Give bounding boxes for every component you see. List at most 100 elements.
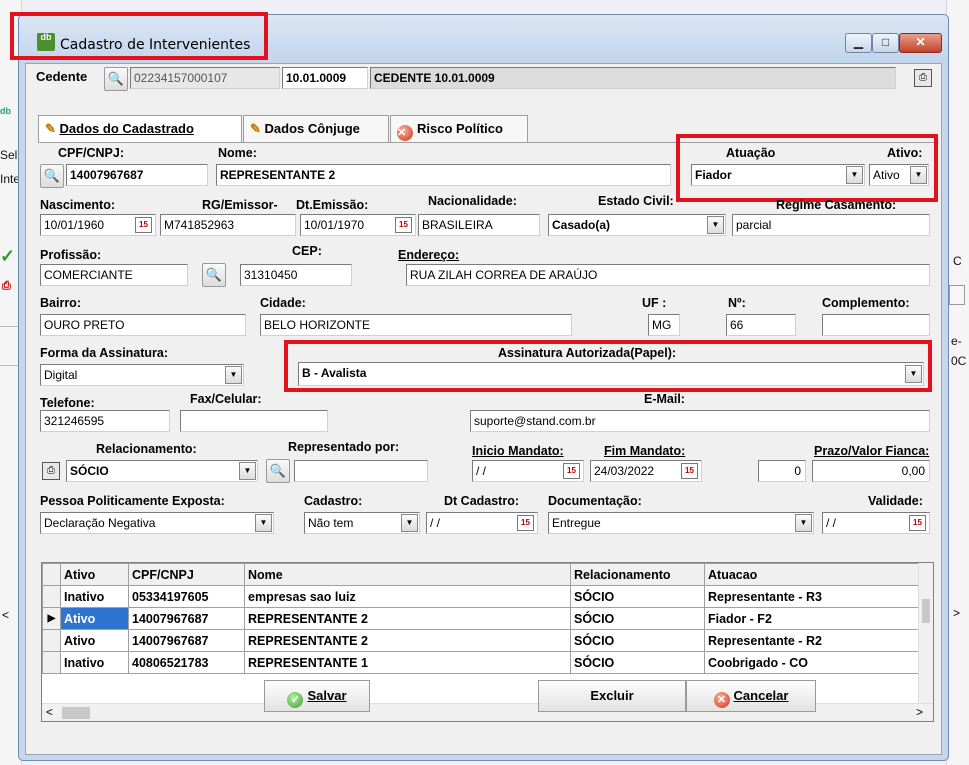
cep-field[interactable]: 31310450 <box>240 264 352 286</box>
table-row[interactable]: Ativo 14007967687 REPRESENTANTE 2 SÓCIO … <box>42 629 919 652</box>
nacionalidade-field[interactable]: BRASILEIRA <box>418 214 540 236</box>
uf-field[interactable]: MG <box>648 314 680 336</box>
print-icon[interactable]: ⎙ <box>914 69 932 87</box>
profissao-field[interactable]: COMERCIANTE <box>40 264 188 286</box>
bg-button[interactable] <box>949 285 965 305</box>
check-icon: ✓ <box>287 692 304 708</box>
chevron-down-icon[interactable]: ▼ <box>401 514 418 532</box>
chevron-down-icon[interactable]: ▼ <box>239 462 256 480</box>
cell-cpf: 05334197605 <box>128 585 245 608</box>
cell-relacionamento: SÓCIO <box>570 651 705 674</box>
nome-field[interactable]: REPRESENTANTE 2 <box>216 164 671 186</box>
inicio-mandato-value: / / <box>476 464 487 478</box>
chevron-down-icon[interactable]: ▼ <box>795 514 812 532</box>
col-header-relacionamento[interactable]: Relacionamento <box>570 563 705 586</box>
cedente-search-button[interactable]: 🔍 <box>104 67 128 91</box>
bairro-label: Bairro: <box>40 296 81 310</box>
fax-field[interactable] <box>180 410 328 432</box>
calendar-icon[interactable]: 15 <box>395 217 412 233</box>
col-header-ativo[interactable]: Ativo <box>60 563 129 586</box>
ppe-select[interactable]: Declaração Negativa ▼ <box>40 512 274 534</box>
calendar-icon[interactable]: 15 <box>563 463 580 479</box>
excluir-button[interactable]: Excluir <box>538 680 686 712</box>
cancelar-button[interactable]: ✕ Cancelar <box>686 680 816 712</box>
cedente-doc-field[interactable]: 02234157000107 <box>130 67 280 89</box>
nascimento-field[interactable]: 10/01/1960 15 <box>40 214 156 236</box>
scroll-thumb[interactable] <box>62 707 90 719</box>
documentacao-select[interactable]: Entregue ▼ <box>548 512 814 534</box>
telefone-field[interactable]: 321246595 <box>40 410 170 432</box>
table-row[interactable]: Inativo 40806521783 REPRESENTANTE 1 SÓCI… <box>42 651 919 674</box>
salvar-label: Salvar <box>307 688 347 703</box>
endereco-field[interactable]: RUA ZILAH CORREA DE ARAÚJO <box>406 264 930 286</box>
numero-label: Nº: <box>728 296 746 310</box>
estado-civil-label: Estado Civil: <box>598 194 674 208</box>
relacionamento-label: Relacionamento: <box>96 442 197 456</box>
minimize-button[interactable]: ▁ <box>845 33 872 53</box>
chevron-down-icon[interactable]: ▼ <box>225 366 242 384</box>
dt-cadastro-field[interactable]: / / 15 <box>426 512 538 534</box>
calendar-icon[interactable]: 15 <box>135 217 152 233</box>
relacionamento-select[interactable]: SÓCIO ▼ <box>66 460 258 482</box>
cpf-search-button[interactable]: 🔍 <box>40 164 64 188</box>
cedente-code-field[interactable]: 10.01.0009 <box>282 67 368 89</box>
cep-search-button[interactable]: 🔍 <box>202 263 226 287</box>
maximize-button[interactable]: □ <box>872 33 899 53</box>
complemento-field[interactable] <box>822 314 930 336</box>
numero-field[interactable]: 66 <box>726 314 796 336</box>
scroll-right-icon[interactable]: > <box>953 606 960 620</box>
cell-nome: REPRESENTANTE 2 <box>244 607 571 630</box>
table-row-selected[interactable]: ▶ Ativo 14007967687 REPRESENTANTE 2 SÓCI… <box>42 607 919 630</box>
salvar-button[interactable]: ✓ Salvar <box>264 680 370 712</box>
calendar-icon[interactable]: 15 <box>681 463 698 479</box>
chevron-down-icon[interactable]: ▼ <box>255 514 272 532</box>
forma-assinatura-select[interactable]: Digital ▼ <box>40 364 244 386</box>
tab-risco-politico[interactable]: ✕ Risco Político <box>390 115 528 143</box>
check-icon[interactable]: ✓ <box>0 246 16 266</box>
calendar-icon[interactable]: 15 <box>909 515 926 531</box>
scroll-left-icon[interactable]: < <box>2 608 9 622</box>
representado-field[interactable] <box>294 460 428 482</box>
rg-field[interactable]: M741852963 <box>160 214 296 236</box>
row-indicator <box>42 651 61 674</box>
col-header-atuacao[interactable]: Atuacao <box>704 563 919 586</box>
scroll-left-icon[interactable]: < <box>46 705 53 719</box>
cell-cpf: 14007967687 <box>128 607 245 630</box>
cadastro-select[interactable]: Não tem ▼ <box>304 512 420 534</box>
prazo-field[interactable]: 0 <box>758 460 806 482</box>
vertical-scrollbar[interactable] <box>918 563 933 703</box>
cedente-name-field[interactable]: CEDENTE 10.01.0009 <box>370 67 896 89</box>
close-button[interactable]: ✕ <box>899 33 942 53</box>
table-row[interactable]: Inativo 05334197605 empresas sao luiz SÓ… <box>42 585 919 608</box>
scroll-thumb[interactable] <box>922 599 930 623</box>
pdf-icon[interactable]: ⎙ <box>2 280 16 296</box>
cell-ativo: Ativo <box>60 629 129 652</box>
print-icon[interactable]: ⎙ <box>42 462 60 480</box>
estado-civil-select[interactable]: Casado(a) ▼ <box>548 214 726 236</box>
calendar-icon[interactable]: 15 <box>517 515 534 531</box>
validade-field[interactable]: / / 15 <box>822 512 930 534</box>
inicio-mandato-field[interactable]: / / 15 <box>472 460 584 482</box>
tab-dados-conjuge[interactable]: ✎ Dados Cônjuge <box>243 115 389 143</box>
relacionamento-value: SÓCIO <box>70 464 109 478</box>
prazo-label: Prazo/Valor Fianca: <box>814 444 930 458</box>
dt-emissao-field[interactable]: 10/01/1970 15 <box>300 214 416 236</box>
cidade-field[interactable]: BELO HORIZONTE <box>260 314 572 336</box>
regime-label: Regime Casamento: <box>776 198 897 212</box>
representado-search-button[interactable]: 🔍 <box>266 459 290 483</box>
search-icon: 🔍 <box>43 168 61 183</box>
scroll-right-icon[interactable]: > <box>916 705 923 719</box>
fim-mandato-field[interactable]: 24/03/2022 15 <box>590 460 702 482</box>
bairro-field[interactable]: OURO PRETO <box>40 314 246 336</box>
email-field[interactable]: suporte@stand.com.br <box>470 410 930 432</box>
col-header-nome[interactable]: Nome <box>244 563 571 586</box>
tab-dados-cadastrado[interactable]: ✎ Dados do Cadastrado <box>38 115 242 143</box>
valor-fianca-field[interactable]: 0,00 <box>812 460 930 482</box>
fim-mandato-label: Fim Mandato: <box>604 444 686 458</box>
chevron-down-icon[interactable]: ▼ <box>707 216 724 234</box>
cpf-field[interactable]: 14007967687 <box>66 164 208 186</box>
col-header-cpf[interactable]: CPF/CNPJ <box>128 563 245 586</box>
regime-field[interactable]: parcial <box>732 214 930 236</box>
tab-label: Risco Político <box>417 121 503 136</box>
telefone-label: Telefone: <box>40 396 95 410</box>
